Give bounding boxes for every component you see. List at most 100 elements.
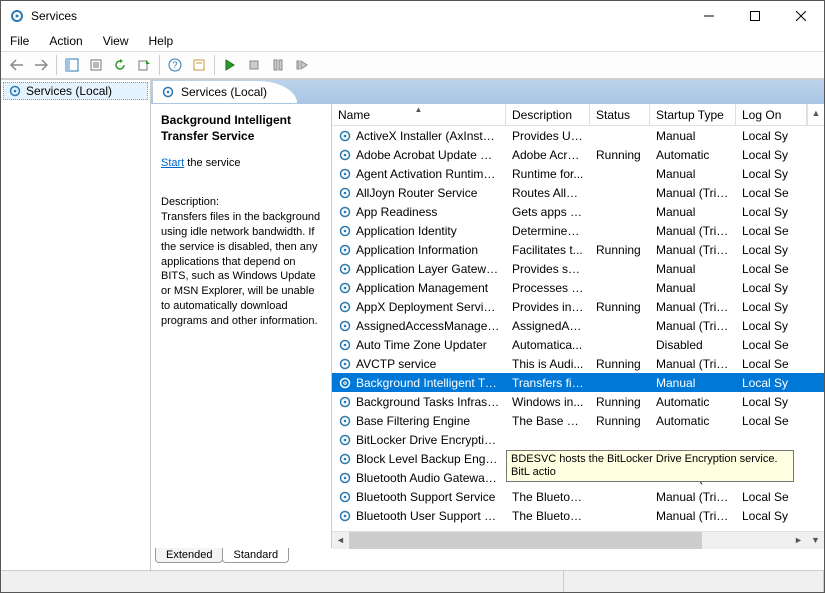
tab-standard[interactable]: Standard — [222, 548, 289, 563]
table-row[interactable]: App ReadinessGets apps re...ManualLocal … — [332, 202, 824, 221]
service-desc: The Bluetoo... — [506, 490, 590, 504]
service-name: Bluetooth User Support Ser... — [356, 509, 500, 523]
back-button[interactable] — [5, 54, 29, 76]
service-name: Bluetooth Support Service — [356, 490, 495, 504]
service-logon: Local Se — [736, 357, 824, 371]
service-desc: Provides su... — [506, 262, 590, 276]
forward-button[interactable] — [29, 54, 53, 76]
export-button[interactable] — [132, 54, 156, 76]
service-name: AppX Deployment Service (... — [356, 300, 500, 314]
menu-file[interactable]: File — [7, 33, 32, 49]
titlebar[interactable]: Services — [1, 1, 824, 31]
close-button[interactable] — [778, 1, 824, 31]
service-logon: Local Se — [736, 414, 824, 428]
pause-service-button[interactable] — [266, 54, 290, 76]
gear-icon — [338, 281, 352, 295]
gear-icon — [338, 490, 352, 504]
gear-icon — [338, 509, 352, 523]
service-startup: Manual — [650, 167, 736, 181]
col-name[interactable]: Name▲ — [332, 104, 506, 125]
service-name: Agent Activation Runtime_... — [356, 167, 500, 181]
table-row[interactable]: BitLocker Drive Encryption ... — [332, 430, 824, 449]
col-logon[interactable]: Log On — [736, 104, 807, 125]
menu-help[interactable]: Help — [146, 33, 177, 49]
gear-icon — [338, 300, 352, 314]
service-name: Bluetooth Audio Gateway S... — [356, 471, 500, 485]
col-status[interactable]: Status — [590, 104, 650, 125]
service-status: Running — [590, 395, 650, 409]
menu-view[interactable]: View — [100, 33, 132, 49]
gear-icon — [338, 471, 352, 485]
table-row[interactable]: Bluetooth Support ServiceThe Bluetoo...M… — [332, 487, 824, 506]
service-name: ActiveX Installer (AxInstSV) — [356, 129, 500, 143]
table-row[interactable]: AssignedAccessManager Se...AssignedAc...… — [332, 316, 824, 335]
scroll-down-button[interactable]: ▼ — [807, 532, 824, 549]
service-name: BitLocker Drive Encryption ... — [356, 433, 500, 447]
table-row[interactable]: Bluetooth User Support Ser...The Bluetoo… — [332, 506, 824, 525]
scroll-thumb[interactable] — [349, 532, 702, 549]
show-hide-button[interactable] — [60, 54, 84, 76]
scroll-track[interactable] — [349, 532, 790, 549]
service-logon: Local Sy — [736, 129, 824, 143]
scroll-up-button[interactable]: ▲ — [807, 104, 824, 125]
properties-button[interactable] — [84, 54, 108, 76]
table-row[interactable]: Application Layer Gateway ... Provides su… — [332, 259, 824, 278]
menu-action[interactable]: Action — [46, 33, 85, 49]
svg-text:?: ? — [172, 60, 177, 70]
service-name: App Readiness — [356, 205, 437, 219]
tree-item-services-local[interactable]: Services (Local) — [3, 82, 148, 100]
services-window: Services File Action View Help ? Service — [0, 0, 825, 593]
gear-icon — [338, 205, 352, 219]
refresh-button[interactable] — [108, 54, 132, 76]
col-startup-type[interactable]: Startup Type — [650, 104, 736, 125]
service-status: Running — [590, 148, 650, 162]
table-row[interactable]: AllJoyn Router ServiceRoutes AllJo...Man… — [332, 183, 824, 202]
gear-icon — [338, 319, 352, 333]
table-row[interactable]: Background Tasks Infrastruc...Windows in… — [332, 392, 824, 411]
service-desc: This is Audi... — [506, 357, 590, 371]
tree-panel: Services (Local) — [1, 80, 151, 570]
service-desc: AssignedAc... — [506, 319, 590, 333]
service-startup: Manual — [650, 129, 736, 143]
table-row[interactable]: Application IdentityDetermines ...Manual… — [332, 221, 824, 240]
table-row[interactable]: Base Filtering EngineThe Base Fil...Runn… — [332, 411, 824, 430]
col-description[interactable]: Description — [506, 104, 590, 125]
service-name: Application Layer Gateway ... — [356, 262, 500, 276]
maximize-button[interactable] — [732, 1, 778, 31]
service-name: Adobe Acrobat Update Serv... — [356, 148, 500, 162]
service-desc: Adobe Acro... — [506, 148, 590, 162]
scroll-left-button[interactable]: ◄ — [332, 532, 349, 549]
table-row[interactable]: Adobe Acrobat Update Serv... Adobe Acro..… — [332, 145, 824, 164]
table-row[interactable]: AVCTP serviceThis is Audi...RunningManua… — [332, 354, 824, 373]
status-bar — [1, 570, 824, 592]
stop-service-button[interactable] — [242, 54, 266, 76]
tab-extended[interactable]: Extended — [155, 548, 223, 563]
table-row[interactable]: Agent Activation Runtime_... Runtime for.… — [332, 164, 824, 183]
table-row[interactable]: AppX Deployment Service (...Provides inf… — [332, 297, 824, 316]
minimize-button[interactable] — [686, 1, 732, 31]
action-button[interactable] — [187, 54, 211, 76]
main-header: Services (Local) — [151, 80, 824, 104]
service-logon: Local Sy — [736, 167, 824, 181]
table-row[interactable]: Auto Time Zone UpdaterAutomatica...Disab… — [332, 335, 824, 354]
service-startup: Manual (Trig... — [650, 357, 736, 371]
table-row[interactable]: Application ManagementProcesses in...Man… — [332, 278, 824, 297]
service-logon: Local Se — [736, 490, 824, 504]
service-desc: Runtime for... — [506, 167, 590, 181]
help-button[interactable]: ? — [163, 54, 187, 76]
start-link[interactable]: Start — [161, 157, 184, 169]
main-header-label: Services (Local) — [181, 85, 267, 99]
scroll-right-button[interactable]: ► — [790, 532, 807, 549]
start-service-button[interactable] — [218, 54, 242, 76]
table-row[interactable]: Application InformationFacilitates t...R… — [332, 240, 824, 259]
service-name: AVCTP service — [356, 357, 436, 371]
table-row[interactable]: Background Intelligent Tran...Transfers … — [332, 373, 824, 392]
restart-service-button[interactable] — [290, 54, 314, 76]
table-row[interactable]: ActiveX Installer (AxInstSV)Provides Us.… — [332, 126, 824, 145]
gear-icon — [338, 224, 352, 238]
service-status: Running — [590, 243, 650, 257]
service-desc: Processes in... — [506, 281, 590, 295]
grid-body[interactable]: ActiveX Installer (AxInstSV)Provides Us.… — [332, 126, 824, 531]
service-name: AllJoyn Router Service — [356, 186, 477, 200]
horizontal-scrollbar[interactable]: ◄ ► ▼ — [332, 531, 824, 548]
